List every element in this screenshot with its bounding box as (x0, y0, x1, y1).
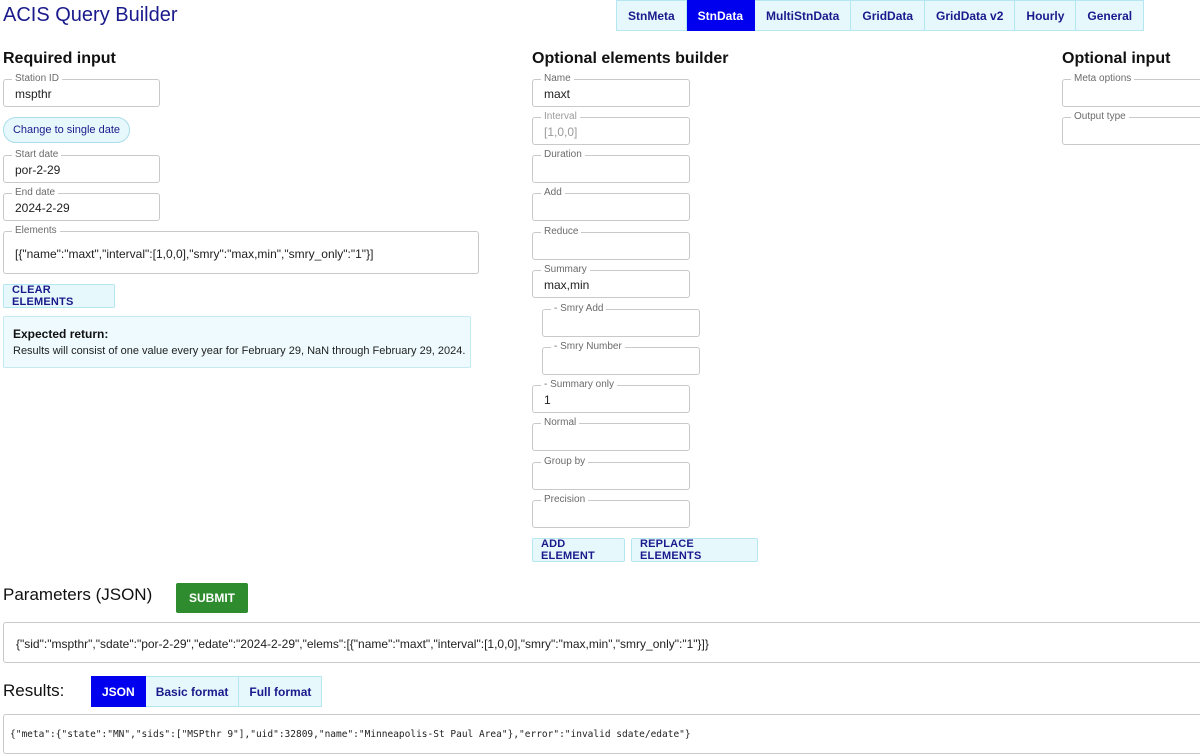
tab-stnmeta[interactable]: StnMeta (616, 0, 687, 31)
results-json-value: {"meta":{"state":"MN","sids":["MSPthr 9"… (10, 729, 691, 740)
name-value: maxt (544, 87, 571, 101)
normal-label: Normal (541, 417, 580, 429)
results-format-tabs: JSON Basic format Full format (91, 676, 323, 707)
end-date-value: 2024-2-29 (15, 201, 70, 215)
start-date-value: por-2-29 (15, 163, 61, 177)
elements-label: Elements (12, 225, 60, 237)
tab-multistndata[interactable]: MultiStnData (755, 0, 852, 31)
smry-number-label: - Smry Number (551, 341, 625, 353)
interval-label: Interval (541, 111, 580, 123)
parameters-json-value: {"sid":"mspthr","sdate":"por-2-29","edat… (16, 637, 709, 651)
reduce-field[interactable]: Reduce (532, 226, 690, 260)
duration-field[interactable]: Duration (532, 149, 690, 183)
elements-builder-title: Optional elements builder (532, 50, 729, 67)
end-date-label: End date (12, 187, 59, 199)
summary-only-value: 1 (544, 393, 551, 407)
meta-options-field[interactable]: Meta options (1062, 73, 1200, 107)
parameters-title: Parameters (JSON) (3, 585, 153, 604)
output-type-label: Output type (1071, 111, 1129, 123)
summary-value: max,min (544, 278, 590, 292)
smry-add-label: - Smry Add (551, 303, 607, 315)
elements-value: [{"name":"maxt","interval":[1,0,0],"smry… (15, 247, 374, 261)
app-title: ACIS Query Builder (3, 4, 178, 26)
reduce-label: Reduce (541, 226, 582, 238)
summary-label: Summary (541, 264, 590, 276)
results-title: Results: (3, 681, 65, 700)
smry-add-field[interactable]: - Smry Add (542, 303, 700, 337)
add-label: Add (541, 187, 565, 199)
replace-elements-button[interactable]: REPLACE ELEMENTS (631, 538, 758, 562)
group-by-field[interactable]: Group by (532, 456, 690, 490)
tab-basic-format[interactable]: Basic format (145, 676, 240, 707)
submit-button[interactable]: SUBMIT (176, 583, 248, 613)
required-input-title: Required input (3, 50, 116, 67)
summary-only-field[interactable]: - Summary only 1 (532, 379, 690, 413)
tab-json[interactable]: JSON (91, 676, 146, 707)
add-field[interactable]: Add (532, 187, 690, 221)
start-date-label: Start date (12, 149, 62, 161)
top-tab-bar: StnMeta StnData MultiStnData GridData Gr… (616, 0, 1145, 31)
group-by-label: Group by (541, 456, 589, 468)
summary-only-label: - Summary only (541, 379, 618, 391)
change-to-single-date-button[interactable]: Change to single date (3, 117, 130, 143)
start-date-field[interactable]: Start date por-2-29 (3, 149, 160, 183)
elements-field[interactable]: Elements [{"name":"maxt","interval":[1,0… (3, 225, 479, 274)
name-label: Name (541, 73, 574, 85)
normal-field[interactable]: Normal (532, 417, 690, 451)
tab-general[interactable]: General (1076, 0, 1145, 31)
tab-stndata[interactable]: StnData (686, 0, 756, 31)
meta-options-label: Meta options (1071, 73, 1135, 85)
results-output[interactable]: {"meta":{"state":"MN","sids":["MSPthr 9"… (3, 714, 1200, 754)
name-field[interactable]: Name maxt (532, 73, 690, 107)
tab-full-format[interactable]: Full format (239, 676, 323, 707)
parameters-json-field[interactable]: {"sid":"mspthr","sdate":"por-2-29","edat… (3, 622, 1200, 663)
precision-field[interactable]: Precision (532, 494, 690, 528)
optional-input-title: Optional input (1062, 50, 1171, 67)
station-id-field[interactable]: Station ID mspthr (3, 73, 160, 107)
summary-field[interactable]: Summary max,min (532, 264, 690, 298)
tab-griddata-v2[interactable]: GridData v2 (925, 0, 1016, 31)
output-type-field[interactable]: Output type (1062, 111, 1200, 145)
clear-elements-button[interactable]: CLEAR ELEMENTS (3, 284, 115, 308)
expected-return-box: Expected return: Results will consist of… (3, 316, 471, 368)
tab-hourly[interactable]: Hourly (1015, 0, 1077, 31)
interval-field: Interval [1,0,0] (532, 111, 690, 145)
station-id-label: Station ID (12, 73, 62, 85)
smry-number-field[interactable]: - Smry Number (542, 341, 700, 375)
add-element-button[interactable]: ADD ELEMENT (532, 538, 625, 562)
expected-return-heading: Expected return: (13, 327, 109, 341)
end-date-field[interactable]: End date 2024-2-29 (3, 187, 160, 221)
precision-label: Precision (541, 494, 589, 506)
station-id-value: mspthr (15, 87, 52, 101)
expected-return-text: Results will consist of one value every … (13, 345, 466, 357)
tab-griddata[interactable]: GridData (851, 0, 926, 31)
duration-label: Duration (541, 149, 585, 161)
interval-value: [1,0,0] (544, 125, 578, 139)
